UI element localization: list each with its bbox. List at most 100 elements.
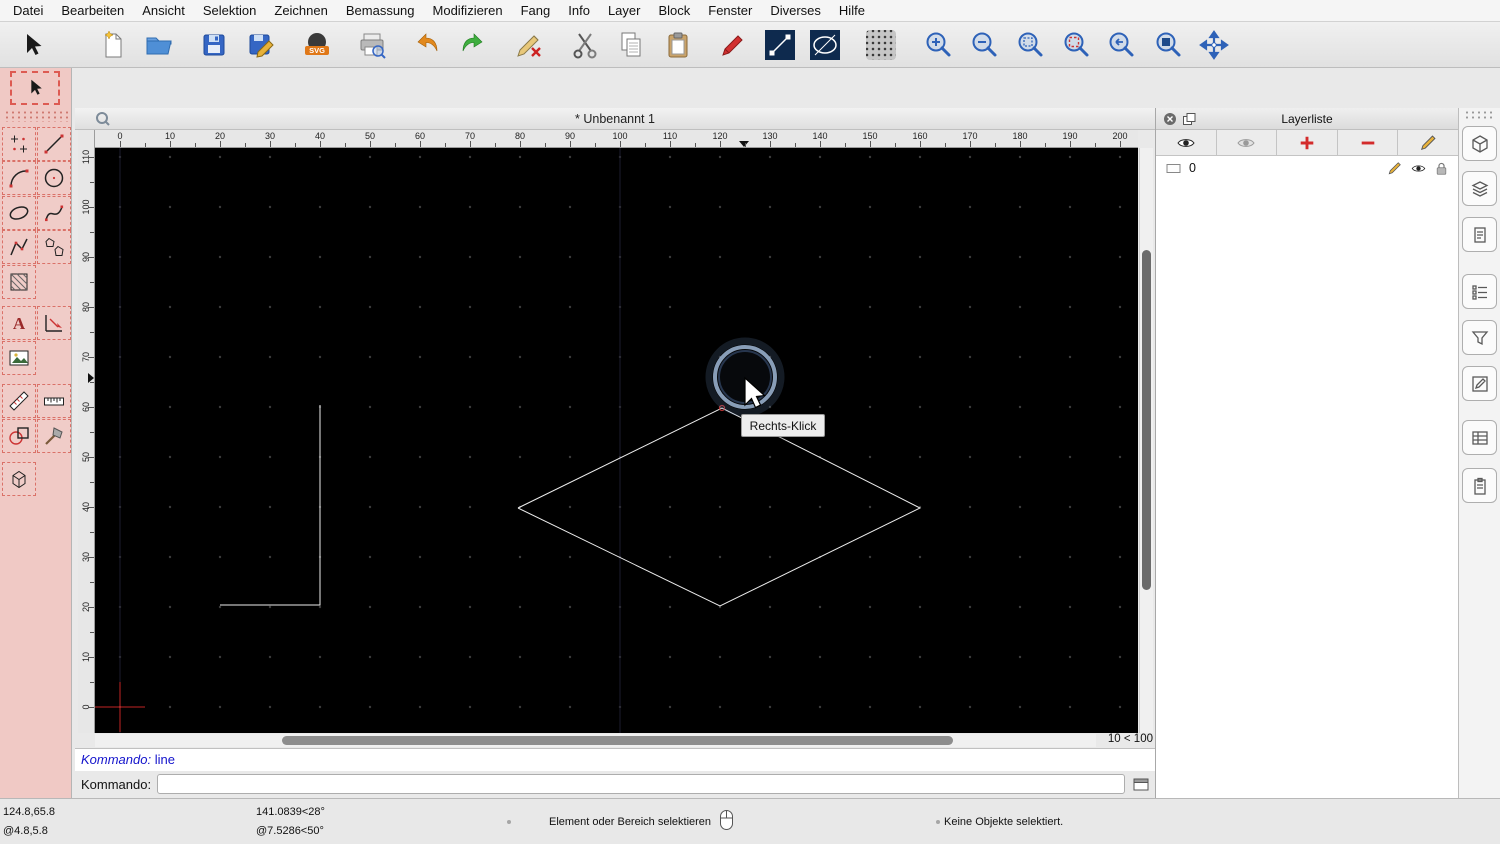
show-all-layers-button[interactable] <box>1156 130 1217 155</box>
current-tool-indicator[interactable] <box>10 71 60 105</box>
menu-fenster[interactable]: Fenster <box>699 3 761 18</box>
palette-drag-handle[interactable] <box>4 110 68 122</box>
menu-selektion[interactable]: Selektion <box>194 3 265 18</box>
tool-solid[interactable] <box>2 462 36 496</box>
tool-lines[interactable] <box>37 127 71 161</box>
zoom-in-button[interactable] <box>922 29 954 61</box>
menu-modifizieren[interactable]: Modifizieren <box>424 3 512 18</box>
h-ruler-minor-tick <box>1045 143 1046 147</box>
tool-ellipses[interactable] <box>2 196 36 230</box>
menu-datei[interactable]: Datei <box>4 3 52 18</box>
horizontal-scrollbar[interactable] <box>95 734 1096 747</box>
save-button[interactable] <box>198 29 230 61</box>
dock-list-panel-button[interactable] <box>1462 274 1497 309</box>
zoom-auto-button[interactable] <box>1014 29 1046 61</box>
layer-lock-icon[interactable] <box>1435 161 1448 176</box>
export-svg-button[interactable]: SVG <box>301 29 333 61</box>
copy-button[interactable] <box>615 29 647 61</box>
v-ruler-tick <box>88 557 94 558</box>
document-titlebar[interactable]: * Unbenannt 1 <box>75 108 1155 130</box>
draw-pen-button[interactable] <box>717 29 749 61</box>
tool-circles[interactable] <box>37 161 71 195</box>
construction-toggle-icon[interactable] <box>1166 163 1182 174</box>
layer-panel-header[interactable]: Layerliste <box>1156 108 1458 130</box>
v-ruler-tick <box>88 457 94 458</box>
layer-row[interactable]: 0 <box>1156 156 1458 180</box>
zoom-redraw-button[interactable] <box>1060 29 1092 61</box>
pan-arrows-icon <box>1199 30 1229 60</box>
paste-button[interactable] <box>662 29 694 61</box>
vertical-scrollbar[interactable] <box>1139 148 1153 733</box>
layer-panel-title: Layerliste <box>1281 112 1333 126</box>
line-tool-button[interactable] <box>764 29 796 61</box>
menu-layer[interactable]: Layer <box>599 3 650 18</box>
dock-layers-panel-button[interactable] <box>1462 171 1497 206</box>
tool-arcs[interactable] <box>2 161 36 195</box>
tool-measure-distance[interactable] <box>2 384 36 418</box>
tool-dimensions[interactable] <box>37 306 71 340</box>
h-ruler-tick <box>220 141 221 147</box>
zoom-previous-button[interactable] <box>1105 29 1137 61</box>
polygon-icon <box>45 237 64 256</box>
floppy-disk-icon <box>203 34 225 56</box>
print-preview-button[interactable] <box>356 29 388 61</box>
grid-toggle-button[interactable] <box>865 29 897 61</box>
menu-info[interactable]: Info <box>559 3 599 18</box>
new-document-button[interactable] <box>97 29 129 61</box>
undo-button[interactable] <box>411 29 443 61</box>
v-ruler-tick <box>88 507 94 508</box>
dock-drag-handle[interactable] <box>1464 110 1496 120</box>
v-scrollbar-thumb[interactable] <box>1142 250 1151 590</box>
tool-modify[interactable] <box>2 419 36 453</box>
tool-polylines[interactable] <box>2 230 36 264</box>
menu-diverses[interactable]: Diverses <box>761 3 830 18</box>
line-icon <box>44 134 64 154</box>
main-toolbar: SVG <box>0 22 1500 68</box>
zoom-window-button[interactable] <box>1152 29 1184 61</box>
open-file-button[interactable] <box>143 29 175 61</box>
select-button[interactable] <box>16 29 48 61</box>
tool-polygons[interactable] <box>37 230 71 264</box>
command-toggle-button[interactable] <box>1130 775 1151 793</box>
drawing-canvas[interactable]: Rechts-Klick <box>95 148 1138 733</box>
menu-fang[interactable]: Fang <box>512 3 560 18</box>
edit-layer-button[interactable] <box>1398 130 1458 155</box>
remove-layer-button[interactable] <box>1338 130 1399 155</box>
dock-clipboard-panel-button[interactable] <box>1462 468 1497 503</box>
zoom-redraw-icon <box>1064 32 1089 57</box>
tool-hatch[interactable] <box>2 265 36 299</box>
command-input[interactable] <box>157 774 1125 794</box>
dock-funnel-panel-button[interactable] <box>1462 320 1497 355</box>
menu-block[interactable]: Block <box>649 3 699 18</box>
dock-page-panel-button[interactable] <box>1462 217 1497 252</box>
cut-button[interactable] <box>569 29 601 61</box>
tool-explode[interactable] <box>37 419 71 453</box>
tool-splines[interactable] <box>37 196 71 230</box>
dock-edit-panel-button[interactable] <box>1462 366 1497 401</box>
menu-bemassung[interactable]: Bemassung <box>337 3 424 18</box>
dock-cube-panel-button[interactable] <box>1462 126 1497 161</box>
menu-bearbeiten[interactable]: Bearbeiten <box>52 3 133 18</box>
save-as-button[interactable] <box>245 29 277 61</box>
ellipse-tool-button[interactable] <box>809 29 841 61</box>
dock-table-panel-button[interactable] <box>1462 420 1497 455</box>
layer-visibility-eye-icon[interactable] <box>1410 163 1427 174</box>
menu-hilfe[interactable]: Hilfe <box>830 3 874 18</box>
tool-image[interactable] <box>2 341 36 375</box>
menu-ansicht[interactable]: Ansicht <box>133 3 194 18</box>
menu-zeichnen[interactable]: Zeichnen <box>265 3 336 18</box>
layer-edit-pen-icon[interactable] <box>1387 161 1402 176</box>
delete-selection-button[interactable] <box>513 29 545 61</box>
tool-points[interactable] <box>2 127 36 161</box>
zoom-pan-button[interactable] <box>1198 29 1230 61</box>
hide-all-layers-button[interactable] <box>1217 130 1278 155</box>
h-scrollbar-thumb[interactable] <box>282 736 953 745</box>
add-layer-button[interactable] <box>1277 130 1338 155</box>
tool-measure-tape[interactable] <box>37 384 71 418</box>
zoom-out-button[interactable] <box>968 29 1000 61</box>
h-ruler-tick <box>320 141 321 147</box>
h-ruler-tick <box>270 141 271 147</box>
zoom-auto-icon <box>1018 32 1043 57</box>
redo-button[interactable] <box>457 29 489 61</box>
tool-text[interactable]: A <box>2 306 36 340</box>
